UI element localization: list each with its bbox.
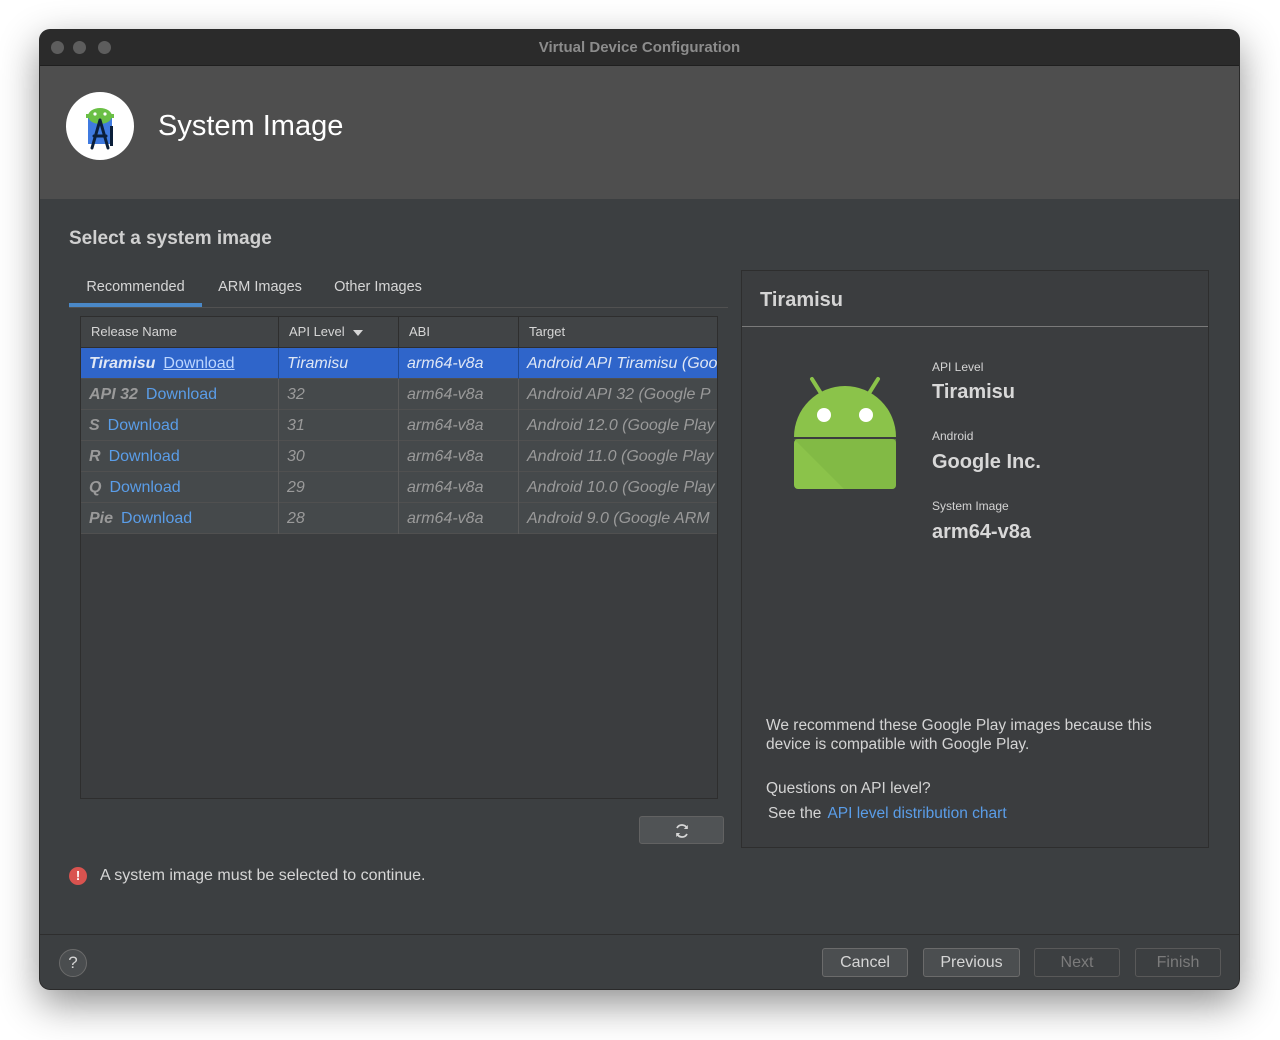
table-header: Release Name API Level ABI Target — [81, 317, 717, 348]
abi-cell: arm64-v8a — [399, 503, 519, 534]
refresh-icon — [676, 824, 688, 838]
download-link[interactable]: Download — [108, 417, 179, 434]
release-name-cell: Tiramisu Download — [81, 348, 279, 379]
abi-cell: arm64-v8a — [399, 472, 519, 503]
target-cell: Android 12.0 (Google Play — [527, 417, 715, 434]
api-level-cell: 31 — [279, 410, 399, 441]
android-vendor-value: Google Inc. — [932, 451, 1041, 473]
column-header-label: Release Name — [91, 324, 177, 339]
tab-arm-images[interactable]: ARM Images — [209, 269, 311, 307]
table-row[interactable]: Pie Download 28 arm64-v8a Android 9.0 (Googl… — [81, 503, 717, 534]
details-title: Tiramisu — [760, 289, 843, 311]
error-icon: ! — [69, 867, 87, 885]
android-label: Android — [932, 429, 974, 443]
release-name-cell: R Download — [81, 441, 279, 472]
api-level-cell: 28 — [279, 503, 399, 534]
api-level-cell: 29 — [279, 472, 399, 503]
release-name-cell: S Download — [81, 410, 279, 441]
header-banner: System Image — [40, 66, 1239, 199]
see-the-text: See the — [768, 805, 822, 822]
target-cell: Android 9.0 (Google ARM — [527, 510, 710, 527]
release-name-cell: Pie Download — [81, 503, 279, 534]
release-name: API 32 — [89, 386, 138, 403]
abi-cell: arm64-v8a — [399, 410, 519, 441]
column-header-label: API Level — [289, 324, 345, 339]
tab-other-images[interactable]: Other Images — [324, 269, 432, 307]
abi-cell: arm64-v8a — [399, 379, 519, 410]
download-link[interactable]: Download — [109, 479, 180, 496]
table-row[interactable]: API 32 Download 32 arm64-v8a Android API 32 … — [81, 379, 717, 410]
dialog-window: Virtual Device Configuration System Imag… — [40, 30, 1239, 989]
column-header-release-name[interactable]: Release Name — [81, 317, 279, 347]
android-studio-icon — [66, 92, 134, 160]
table-row[interactable]: S Download 31 arm64-v8a Android 12.0 (Google… — [81, 410, 717, 441]
recommendation-text: We recommend these Google Play images be… — [766, 717, 1152, 753]
next-button[interactable]: Next — [1034, 948, 1120, 977]
see-the-line: See the API level distribution chart — [768, 805, 1007, 823]
abi-cell: arm64-v8a — [399, 348, 519, 379]
release-name: Tiramisu — [89, 355, 156, 372]
release-name-cell: Q Download — [81, 472, 279, 503]
download-link[interactable]: Download — [109, 448, 180, 465]
column-header-abi[interactable]: ABI — [399, 317, 519, 347]
target-cell: Android 11.0 (Google Play — [527, 448, 714, 465]
header-title: System Image — [158, 110, 344, 142]
target-cell: Android API 32 (Google P — [527, 386, 711, 403]
title-bar: Virtual Device Configuration — [40, 30, 1239, 66]
column-header-label: Target — [529, 324, 566, 339]
section-title: Select a system image — [69, 228, 272, 249]
column-header-api-level[interactable]: API Level — [279, 317, 399, 347]
abi-cell: arm64-v8a — [399, 441, 519, 472]
system-image-table: Release Name API Level ABI Target Tirami… — [80, 316, 718, 799]
table-row[interactable]: Tiramisu Download Tiramisu arm64-v8a Android… — [81, 348, 717, 379]
refresh-button[interactable] — [639, 816, 724, 844]
questions-text: Questions on API level? — [766, 780, 931, 797]
system-image-label: System Image — [932, 499, 1009, 513]
release-name: Pie — [89, 510, 114, 527]
system-image-value: arm64-v8a — [932, 521, 1031, 543]
api-level-cell: 32 — [279, 379, 399, 410]
api-distribution-chart-link[interactable]: API level distribution chart — [827, 805, 1006, 822]
image-details-panel: Tiramisu API Level Tiramisu Android Goog… — [741, 270, 1209, 848]
sort-descending-icon — [352, 329, 363, 336]
divider — [742, 326, 1208, 327]
download-link[interactable]: Download — [163, 355, 234, 372]
previous-button[interactable]: Previous — [923, 948, 1020, 977]
column-header-target[interactable]: Target — [519, 317, 717, 347]
target-cell: Android 10.0 (Google Play — [527, 479, 715, 496]
window-title: Virtual Device Configuration — [538, 39, 741, 56]
table-row[interactable]: Q Download 29 arm64-v8a Android 10.0 (Google… — [81, 472, 717, 503]
api-level-value: Tiramisu — [932, 381, 1015, 403]
api-level-label: API Level — [932, 360, 984, 374]
api-level-cell: 30 — [279, 441, 399, 472]
cancel-button[interactable]: Cancel — [822, 948, 908, 977]
footer-divider — [40, 934, 1239, 935]
target-cell: Android API Tiramisu (Goo — [527, 355, 717, 372]
release-name: Q — [89, 479, 102, 496]
api-level-cell: Tiramisu — [279, 348, 399, 379]
release-name: S — [89, 417, 100, 434]
image-tabs: Recommended ARM Images Other Images — [69, 269, 728, 308]
finish-button[interactable]: Finish — [1135, 948, 1221, 977]
table-row[interactable]: R Download 30 arm64-v8a Android 11.0 (Google… — [81, 441, 717, 472]
help-button[interactable]: ? — [59, 949, 87, 977]
download-link[interactable]: Download — [146, 386, 217, 403]
tab-recommended[interactable]: Recommended — [69, 269, 202, 307]
release-name: R — [89, 448, 101, 465]
download-link[interactable]: Download — [121, 510, 192, 527]
error-message: A system image must be selected to conti… — [100, 867, 426, 884]
column-header-label: ABI — [409, 324, 430, 339]
android-robot-icon — [794, 377, 896, 489]
release-name-cell: API 32 Download — [81, 379, 279, 410]
